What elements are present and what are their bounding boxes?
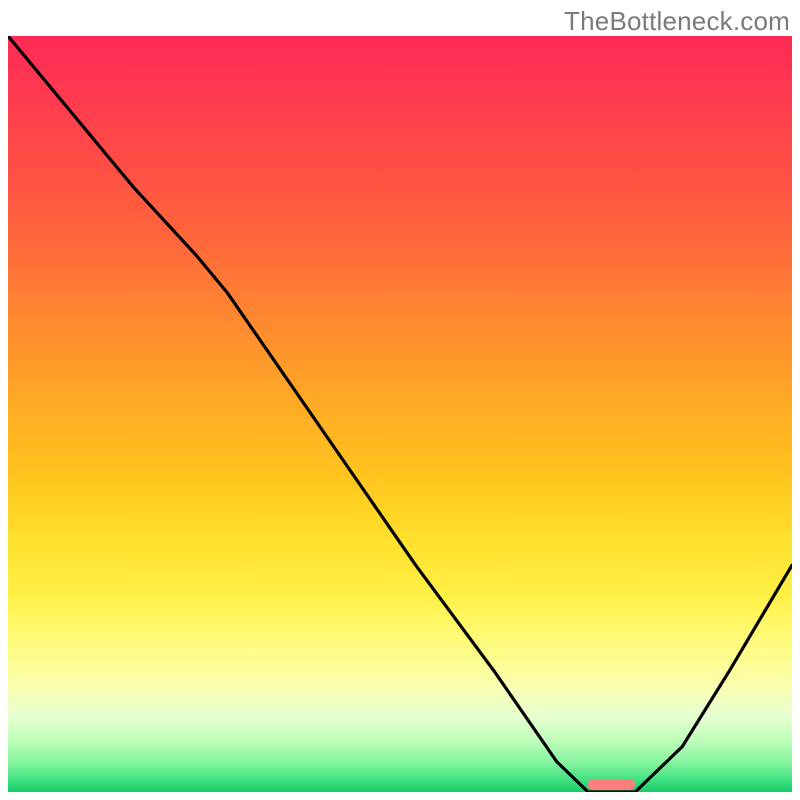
optimal-range-marker bbox=[588, 779, 635, 790]
curve-svg bbox=[8, 36, 792, 792]
bottleneck-curve bbox=[8, 36, 792, 792]
chart-container: TheBottleneck.com bbox=[0, 0, 800, 800]
watermark-label: TheBottleneck.com bbox=[564, 6, 790, 37]
plot-area bbox=[8, 36, 792, 792]
